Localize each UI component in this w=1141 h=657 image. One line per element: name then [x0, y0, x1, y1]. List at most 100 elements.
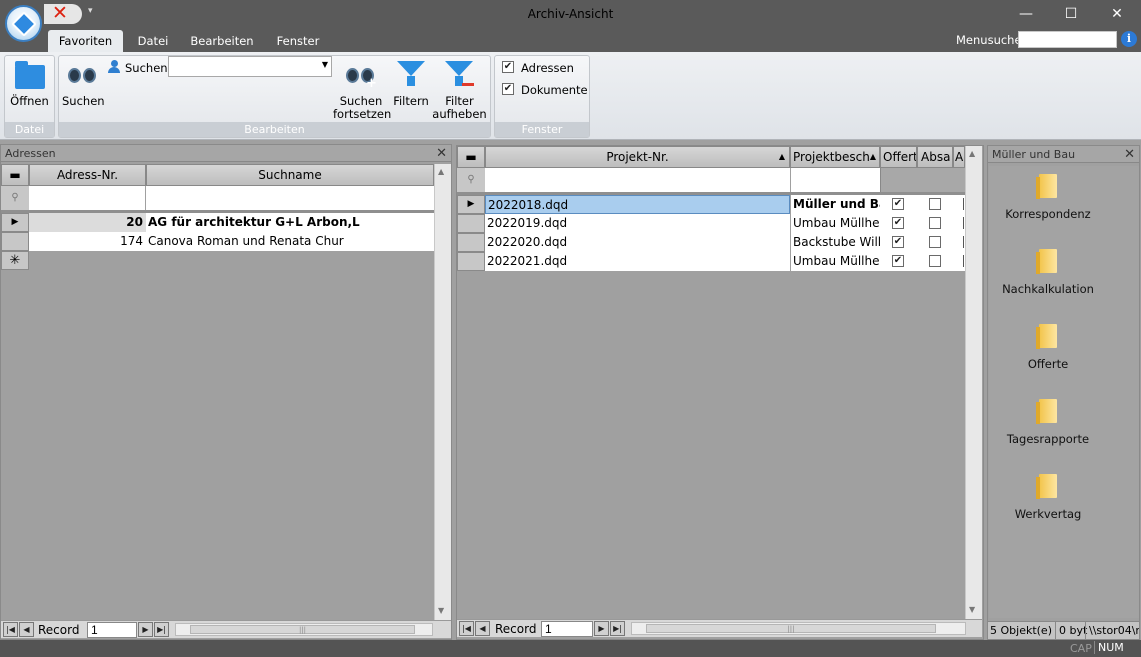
projekt-nr-cell[interactable]: 2022020.dqd: [485, 233, 790, 252]
projekt-nr-cell[interactable]: 2022019.dqd: [485, 214, 790, 233]
projekt-nr-cell[interactable]: 2022018.dqd: [485, 195, 790, 214]
absa-checkbox[interactable]: [929, 255, 941, 267]
filter-row-icon: ⚲: [457, 168, 485, 192]
folder-label: Werkvertag: [1014, 507, 1082, 521]
adressen-horizontal-scrollbar[interactable]: |||: [175, 623, 433, 636]
suchname-cell[interactable]: Canova Roman und Renata Chur: [146, 232, 434, 251]
folder-icon: [1036, 174, 1057, 199]
projekt-nr-cell[interactable]: 2022021.dqd: [485, 252, 790, 271]
absa-checkbox[interactable]: [929, 198, 941, 210]
suchen-label: Suchen: [62, 94, 105, 108]
column-header-a[interactable]: A: [953, 146, 965, 168]
offert-checkbox[interactable]: ✔: [892, 217, 904, 229]
row-selector[interactable]: [1, 232, 29, 251]
oeffnen-button[interactable]: Öffnen: [8, 58, 51, 108]
offert-checkbox[interactable]: ✔: [892, 198, 904, 210]
suchen-fortsetzen-button[interactable]: + Suchen fortsetzen: [333, 58, 391, 121]
tab-datei[interactable]: Datei: [130, 30, 176, 52]
first-record-icon[interactable]: |◀: [3, 622, 18, 637]
adressen-panel-title: Adressen: [5, 147, 56, 160]
projektbeschreibung-cell[interactable]: Umbau Müllhei: [791, 214, 880, 233]
suchen-button[interactable]: Suchen: [62, 58, 105, 108]
explorer-list: Korrespondenz Nachkalkulation Offerte Ta…: [989, 166, 1139, 618]
scroll-up-icon[interactable]: ▲: [438, 167, 444, 176]
application-menu-button[interactable]: [5, 5, 42, 42]
checkbox-adressen[interactable]: ✔: [502, 61, 514, 73]
prev-record-icon[interactable]: ◀: [19, 622, 34, 637]
next-record-icon[interactable]: ▶: [594, 621, 609, 636]
prev-record-icon[interactable]: ◀: [475, 621, 490, 636]
filter-aufheben-button[interactable]: Filter aufheben: [432, 58, 487, 121]
next-record-icon[interactable]: ▶: [138, 622, 153, 637]
object-count: 5 Objekt(e): [990, 624, 1052, 637]
projektbeschreibung-cell[interactable]: Backstube Willi: [791, 233, 880, 252]
row-selector[interactable]: [457, 233, 485, 252]
projektbeschreibung-cell[interactable]: Müller und Ba: [791, 195, 880, 214]
folder-label: Korrespondenz: [1005, 207, 1091, 221]
column-header-absa[interactable]: Absa: [917, 146, 953, 168]
column-header-projektbeschreibung[interactable]: Projektbesch ▲: [790, 146, 880, 168]
adress-nr-cell[interactable]: 174: [29, 232, 146, 251]
explorer-panel: Müller und Bau ✕ Korrespondenz Nachkalkul…: [987, 145, 1140, 640]
folder-label: Offerte: [1027, 357, 1069, 371]
filter-input-adress-nr[interactable]: [29, 186, 145, 210]
filter-input-projekt-nr[interactable]: [485, 168, 790, 192]
maximize-button[interactable]: ☐: [1057, 4, 1085, 24]
info-icon[interactable]: i: [1121, 31, 1137, 47]
row-selector-current[interactable]: ▶: [457, 195, 485, 214]
binoculars-icon: [68, 62, 98, 84]
checkbox-dokumente[interactable]: ✔: [502, 83, 514, 95]
projekte-horizontal-scrollbar[interactable]: |||: [631, 622, 966, 635]
scroll-thumb[interactable]: |||: [190, 625, 415, 634]
tab-fenster[interactable]: Fenster: [268, 30, 328, 52]
offert-checkbox[interactable]: ✔: [892, 255, 904, 267]
suchen-field-label: Suchen: [125, 61, 168, 75]
adress-nr-cell[interactable]: 20: [29, 213, 146, 232]
record-number-input[interactable]: [87, 622, 137, 638]
adressen-vertical-scrollbar[interactable]: ▲ ▼: [434, 164, 451, 620]
folder-item[interactable]: Offerte: [989, 324, 1107, 371]
absa-checkbox[interactable]: [929, 217, 941, 229]
row-selector-current[interactable]: ▶: [1, 213, 29, 232]
folder-item[interactable]: Nachkalkulation: [989, 249, 1107, 296]
last-record-icon[interactable]: ▶|: [610, 621, 625, 636]
menusuche-input[interactable]: [1018, 31, 1117, 48]
first-record-icon[interactable]: |◀: [459, 621, 474, 636]
projekte-vertical-scrollbar[interactable]: ▲ ▼: [965, 146, 982, 619]
suchen-combobox[interactable]: ▼: [168, 56, 332, 77]
minimize-button[interactable]: —: [1012, 4, 1040, 24]
offert-checkbox[interactable]: ✔: [892, 236, 904, 248]
new-row-selector[interactable]: ✳: [1, 251, 29, 270]
select-all-cell[interactable]: ▬: [457, 146, 485, 168]
suchname-cell[interactable]: AG für architektur G+L Arbon,L: [146, 213, 434, 232]
close-icon[interactable]: ✕: [436, 145, 447, 162]
absa-checkbox[interactable]: [929, 236, 941, 248]
a-column-edge: [963, 236, 964, 248]
row-selector[interactable]: [457, 252, 485, 271]
close-button[interactable]: ✕: [1103, 4, 1131, 24]
column-header-projekt-nr[interactable]: Projekt-Nr. ▲: [485, 146, 790, 168]
group-datei-label: Datei: [5, 122, 54, 137]
funnel-icon: [397, 61, 425, 76]
scroll-down-icon[interactable]: ▼: [969, 605, 975, 614]
projektbeschreibung-cell[interactable]: Umbau Müllhei: [791, 252, 880, 271]
close-icon[interactable]: ✕: [1124, 146, 1135, 163]
last-record-icon[interactable]: ▶|: [154, 622, 169, 637]
row-selector[interactable]: [457, 214, 485, 233]
record-number-input[interactable]: [541, 621, 593, 637]
filtern-button[interactable]: Filtern: [391, 58, 431, 108]
tab-favoriten[interactable]: Favoriten: [48, 30, 123, 52]
filter-input-suchname[interactable]: [146, 186, 434, 210]
column-header-offert[interactable]: Offert: [880, 146, 917, 168]
tab-bearbeiten[interactable]: Bearbeiten: [184, 30, 260, 52]
scroll-up-icon[interactable]: ▲: [969, 149, 975, 158]
filter-input-projektbeschreibung[interactable]: [791, 168, 880, 192]
select-all-cell[interactable]: ▬: [1, 164, 29, 186]
column-header-suchname[interactable]: Suchname: [146, 164, 434, 186]
scroll-down-icon[interactable]: ▼: [438, 606, 444, 615]
column-header-adress-nr[interactable]: Adress-Nr.: [29, 164, 146, 186]
folder-item[interactable]: Tagesrapporte: [989, 399, 1107, 446]
folder-item[interactable]: Korrespondenz: [989, 174, 1107, 221]
scroll-thumb[interactable]: |||: [646, 624, 936, 633]
folder-item[interactable]: Werkvertag: [989, 474, 1107, 521]
